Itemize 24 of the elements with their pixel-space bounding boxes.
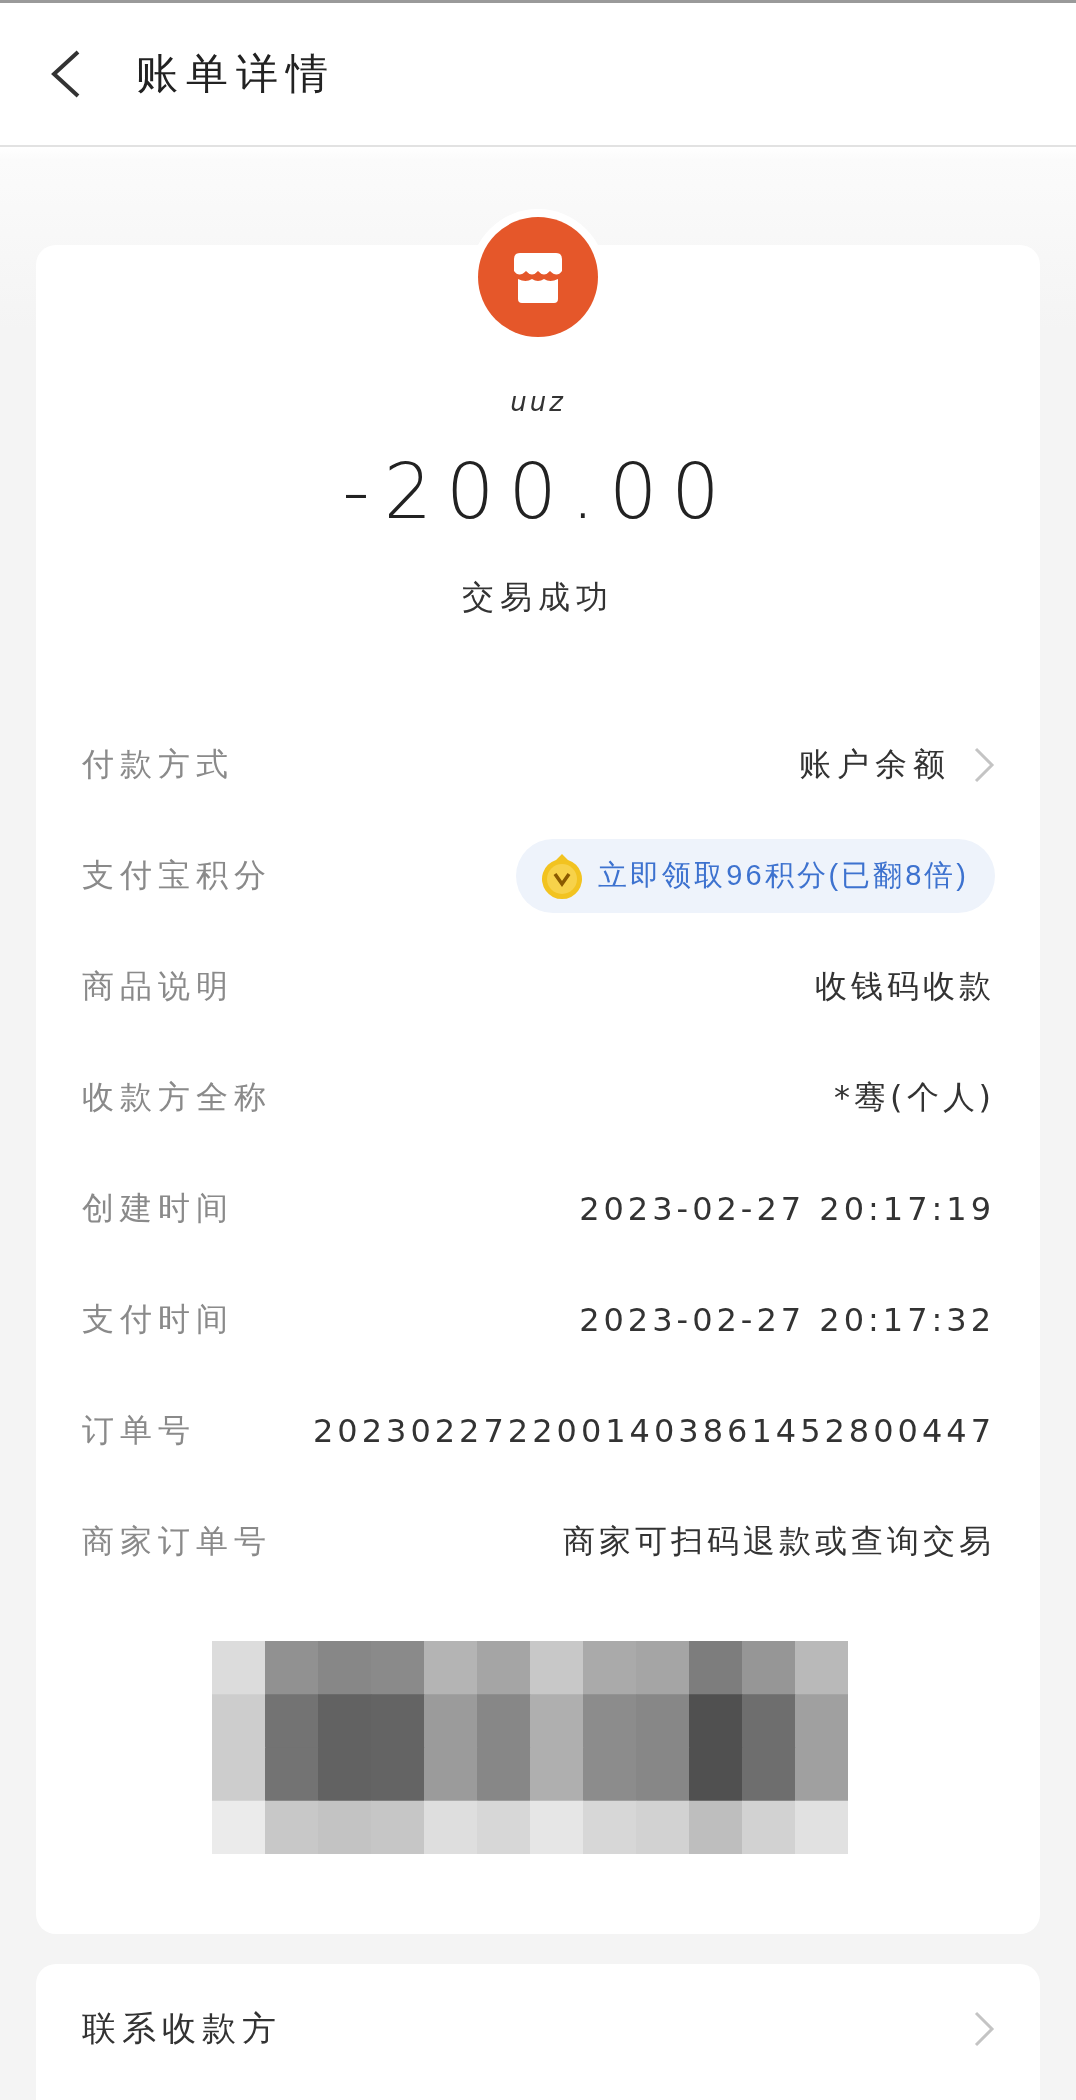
page-title: 账单详情 [136, 48, 336, 100]
contact-payee-link[interactable]: 联系收款方 [82, 2006, 282, 2052]
row-value: 2023-02-27 20:17:19 [579, 1189, 995, 1228]
coin-icon [540, 851, 585, 900]
merchant-name: uuz [510, 387, 566, 417]
row-label: 支付宝积分 [82, 854, 272, 896]
row-label: 订单号 [82, 1409, 196, 1451]
row-value: 2023022722001403861452800447 [312, 1411, 995, 1450]
transaction-status: 交易成功 [462, 577, 614, 617]
payment-method-link[interactable]: 账户余额 [799, 742, 995, 787]
row-value: *骞(个人) [834, 1076, 995, 1118]
row-label: 付款方式 [82, 743, 234, 785]
chevron-right-icon [973, 745, 995, 784]
row-value: 收钱码收款 [815, 965, 995, 1007]
row-label: 商品说明 [82, 965, 234, 1007]
row-label: 创建时间 [82, 1187, 234, 1229]
row-label: 支付时间 [82, 1298, 234, 1340]
row-value: 商家可扫码退款或查询交易 [563, 1520, 995, 1562]
claim-points-button[interactable]: 立即领取96积分(已翻8倍) [516, 838, 995, 913]
row-value: 2023-02-27 20:17:32 [579, 1300, 995, 1339]
chevron-right-icon [973, 2010, 995, 2048]
row-label: 商家订单号 [82, 1520, 272, 1562]
amount: -200.00 [342, 447, 734, 537]
row-label: 收款方全称 [82, 1076, 272, 1118]
